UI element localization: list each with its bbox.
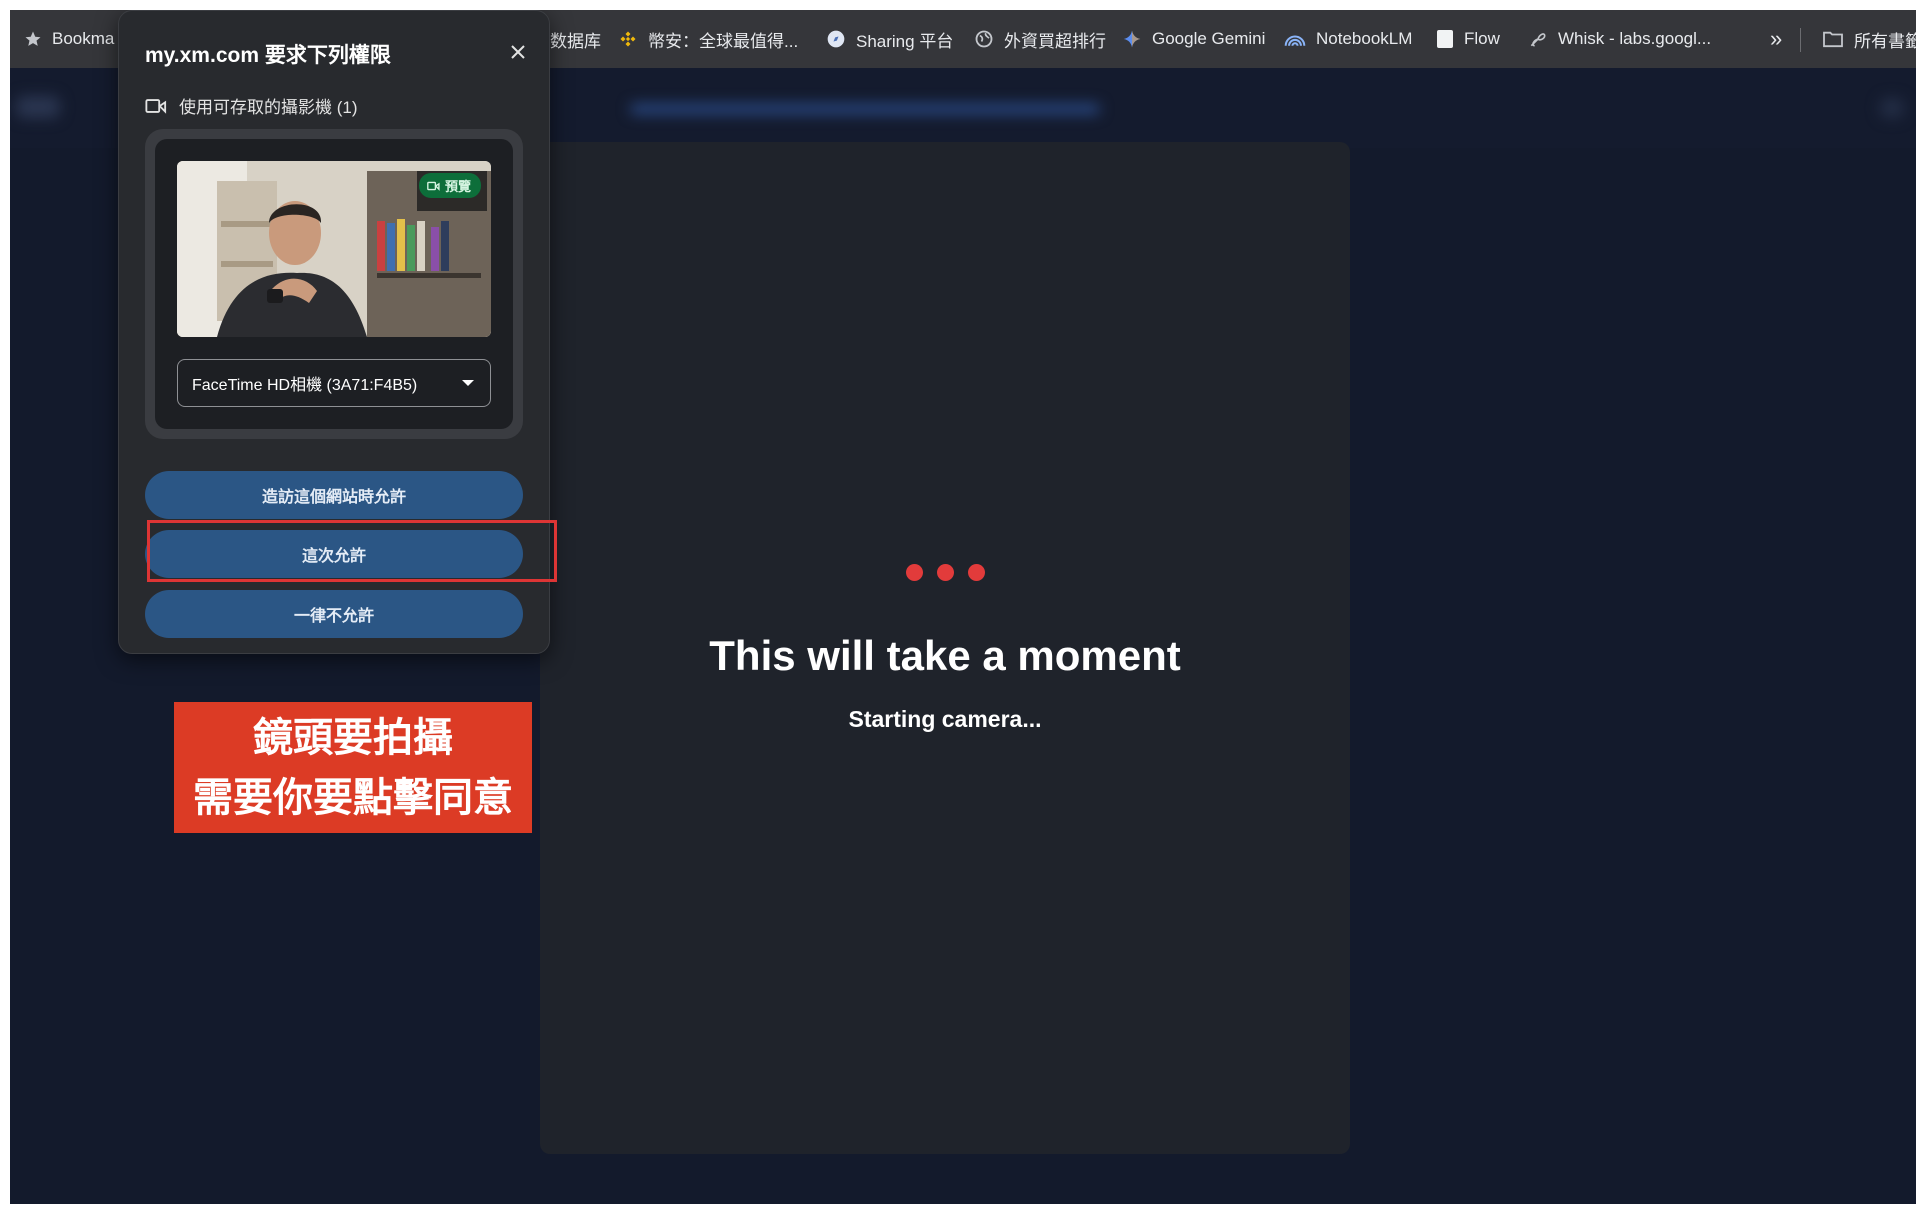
annotation-line: 需要你要點擊同意 [193, 776, 513, 820]
allow-always-button[interactable]: 造訪這個網站時允許 [145, 471, 523, 519]
browser-viewport: Bookma 数据库 幣安：全球最值得... Sharing 平台 外資買超排行… [10, 10, 1916, 1204]
bookmark-label: Flow [1464, 29, 1500, 48]
video-camera-icon [427, 181, 440, 191]
loading-dot [936, 564, 954, 581]
loading-dots [540, 564, 1350, 581]
close-icon [511, 45, 525, 59]
camera-select[interactable]: FaceTime HD相機 (3A71:F4B5) [177, 359, 491, 407]
permission-title: my.xm.com 要求下列權限 [145, 44, 391, 67]
notebooklm-icon [1284, 35, 1306, 46]
bookmark-label: 外資買超排行 [1004, 31, 1106, 51]
all-bookmarks-label: 所有書籤 [1854, 31, 1916, 51]
loading-subtitle: Starting camera... [848, 706, 1042, 732]
camera-preview-panel: 預覽 FaceTime HD相機 (3A71:F4B5) [145, 129, 523, 439]
camera-preview-inner: 預覽 FaceTime HD相機 (3A71:F4B5) [155, 139, 513, 429]
bookmark-item[interactable]: Bookma [24, 10, 114, 68]
loading-dot [967, 564, 985, 581]
binance-icon [620, 31, 636, 47]
star-icon [25, 31, 41, 46]
bookmarks-overflow-button[interactable]: » [1770, 10, 1782, 68]
camera-permission-label: 使用可存取的攝影機 (1) [179, 98, 358, 117]
gemini-icon [1123, 30, 1141, 48]
bookmark-label: 幣安：全球最值得... [648, 31, 799, 51]
bookmark-label: 数据库 [550, 31, 601, 51]
bookmarks-divider [1800, 28, 1801, 52]
logo-blurred [16, 96, 60, 118]
bookmark-item[interactable]: 数据库 [550, 10, 601, 68]
loading-dot [905, 564, 923, 581]
page-icon [1437, 30, 1453, 48]
camera-select-value: FaceTime HD相機 (3A71:F4B5) [192, 377, 418, 394]
bookmark-label: NotebookLM [1316, 29, 1413, 48]
bookmark-item[interactable]: Google Gemini [1122, 10, 1265, 68]
double-chevron-icon: » [1770, 26, 1783, 51]
camera-preview-video: 預覽 [177, 161, 491, 337]
progress-blurred [630, 104, 1100, 114]
bookmark-item[interactable]: Sharing 平台 [826, 10, 953, 68]
close-button[interactable] [501, 35, 535, 69]
whisk-icon [1530, 33, 1546, 47]
chevron-down-icon [462, 380, 474, 386]
never-allow-button[interactable]: 一律不允許 [145, 590, 523, 638]
menu-blurred [1880, 98, 1904, 118]
compass-icon [827, 30, 845, 48]
bookmark-item[interactable]: 外資買超排行 [974, 10, 1106, 68]
bookmark-item[interactable]: 幣安：全球最值得... [618, 10, 798, 68]
globe-icon [975, 30, 993, 48]
annotation-callout: 鏡頭要拍攝 需要你要點擊同意 [174, 702, 532, 833]
highlight-box [147, 520, 557, 582]
preview-badge: 預覽 [418, 173, 481, 198]
bookmark-label: Sharing 平台 [856, 31, 954, 51]
bookmark-label: Whisk - labs.googl... [1558, 29, 1712, 48]
camera-loading-card: This will take a moment Starting camera.… [540, 142, 1350, 1154]
bookmark-item[interactable]: Flow [1436, 10, 1500, 68]
loading-title: This will take a moment [709, 632, 1181, 679]
folder-icon [1823, 31, 1843, 48]
camera-permission-row: 使用可存取的攝影機 (1) [145, 93, 358, 118]
video-camera-icon [145, 98, 167, 114]
all-bookmarks-button[interactable]: 所有書籤 [1822, 10, 1916, 68]
bookmark-label: Bookma [52, 29, 115, 48]
bookmark-item[interactable]: NotebookLM [1284, 10, 1412, 68]
bookmark-item[interactable]: Whisk - labs.googl... [1528, 10, 1711, 68]
preview-badge-label: 預覽 [444, 179, 471, 194]
annotation-line: 鏡頭要拍攝 [253, 716, 453, 760]
bookmark-label: Google Gemini [1152, 29, 1266, 48]
